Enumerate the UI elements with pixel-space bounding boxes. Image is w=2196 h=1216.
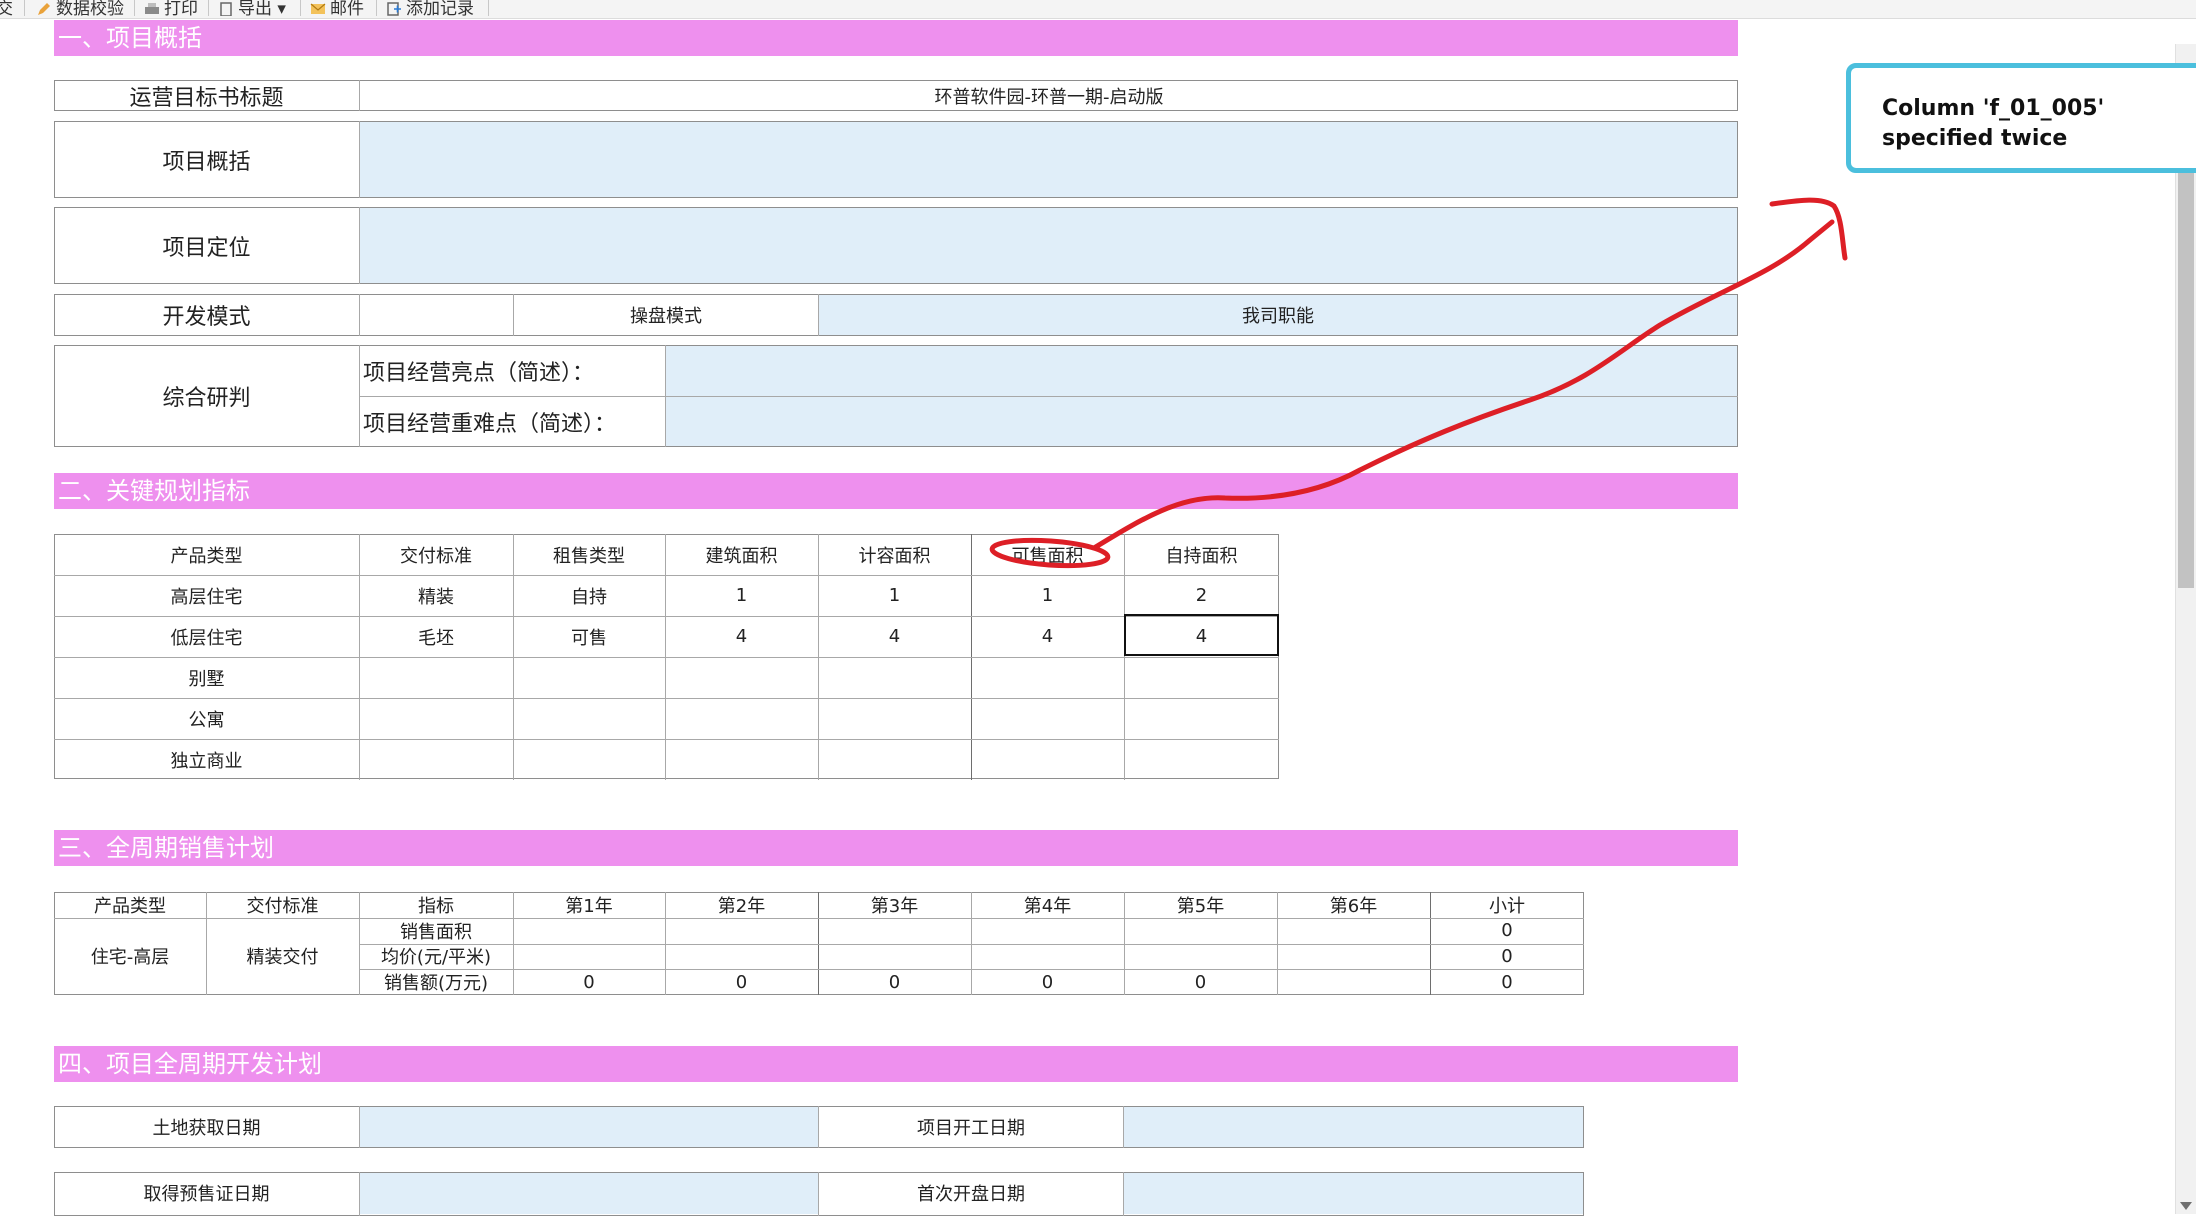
error-message-line-1: Column 'f_01_005' bbox=[1882, 96, 2105, 121]
error-message-line-2: specified twice bbox=[1882, 126, 2068, 151]
arrow-head bbox=[1769, 197, 1848, 261]
arrow-stroke bbox=[1091, 219, 1835, 551]
circle-annotation bbox=[989, 537, 1111, 569]
red-annotation bbox=[989, 197, 1848, 569]
error-callout: Column 'f_01_005' specified twice bbox=[1846, 63, 2196, 173]
